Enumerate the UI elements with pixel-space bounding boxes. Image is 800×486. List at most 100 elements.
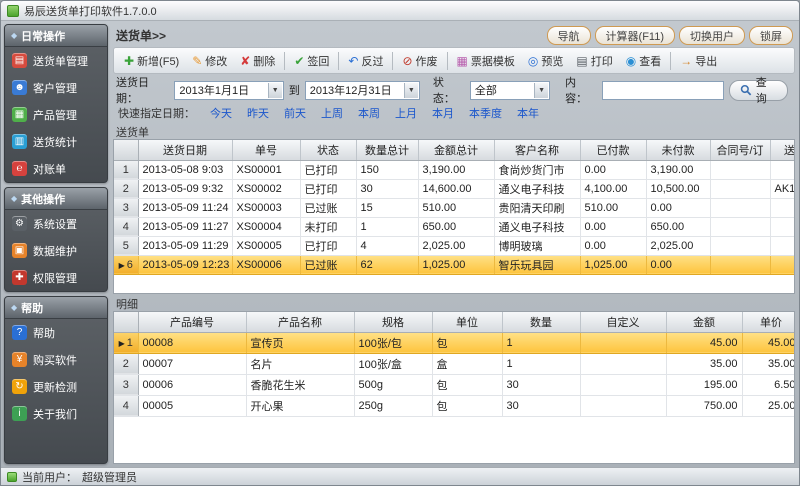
column-header[interactable]: 规格 <box>354 312 432 332</box>
quick-date-last-week[interactable]: 上周 <box>321 105 343 121</box>
column-header[interactable]: 合同号/订 <box>710 140 770 160</box>
row-selector[interactable]: 2 <box>114 179 138 198</box>
cell <box>770 255 795 274</box>
table-row[interactable]: 300006香脆花生米500g包30195.006.50 <box>114 374 795 395</box>
cell <box>770 198 795 217</box>
edit-button[interactable]: ✎修改 <box>186 51 233 71</box>
column-header[interactable]: 未付款 <box>646 140 710 160</box>
switch-user-button[interactable]: 切换用户 <box>679 26 745 45</box>
row-selector[interactable]: 4 <box>114 217 138 236</box>
column-header[interactable]: 金额 <box>666 312 742 332</box>
row-selector[interactable]: ▶1 <box>114 332 138 353</box>
date-from-value: 2013年1月1日 <box>179 82 249 98</box>
table-row[interactable]: ▶62013-05-09 12:23XS00006已过账621,025.00智乐… <box>114 255 795 274</box>
sidebar-section: ◆日常操作▤送货单管理☻客户管理▦产品管理▥送货统计℮对账单 <box>4 24 108 183</box>
quick-date-yesterday[interactable]: 昨天 <box>247 105 269 121</box>
column-header[interactable]: 单价 <box>742 312 795 332</box>
table-row[interactable]: 200007名片100张/盒盒135.0035.00 <box>114 353 795 374</box>
sidebar-section-header[interactable]: ◆日常操作 <box>5 25 107 47</box>
quick-date-today[interactable]: 今天 <box>210 105 232 121</box>
column-header[interactable]: 数量 <box>502 312 580 332</box>
row-selector[interactable]: 2 <box>114 353 138 374</box>
add-button[interactable]: ✚新增(F5) <box>118 51 185 71</box>
view-button[interactable]: ◉查看 <box>620 51 667 71</box>
sidebar-item-data-maintenance[interactable]: ▣数据维护 <box>5 237 107 264</box>
sidebar-item-help[interactable]: ?帮助 <box>5 319 107 346</box>
column-header[interactable]: 金额总计 <box>418 140 494 160</box>
sidebar-item-label: 关于我们 <box>33 406 77 422</box>
lock-screen-button[interactable]: 锁屏 <box>749 26 793 45</box>
sidebar-item-delivery-note-manage[interactable]: ▤送货单管理 <box>5 47 107 74</box>
sidebar-item-customer-manage[interactable]: ☻客户管理 <box>5 74 107 101</box>
cell: XS00006 <box>232 255 300 274</box>
column-header[interactable]: 自定义 <box>580 312 666 332</box>
table-row[interactable]: 400005开心果250g包30750.0025.00 <box>114 395 795 416</box>
cell: 30 <box>356 179 418 198</box>
sidebar-item-delivery-stats[interactable]: ▥送货统计 <box>5 128 107 155</box>
cell: 2013-05-09 11:29 <box>138 236 232 255</box>
column-header[interactable]: 状态 <box>300 140 356 160</box>
column-header[interactable]: 已付款 <box>580 140 646 160</box>
table-row[interactable]: ▶100008宣传页100张/包包145.0045.00 <box>114 332 795 353</box>
row-selector[interactable]: 1 <box>114 160 138 179</box>
row-selector[interactable]: ▶6 <box>114 255 138 274</box>
preview-button[interactable]: ◎预览 <box>522 51 569 71</box>
sidebar-item-product-manage[interactable]: ▦产品管理 <box>5 101 107 128</box>
table-row[interactable]: 22013-05-09 9:32XS00002已打印3014,600.00通义电… <box>114 179 795 198</box>
export-button[interactable]: →导出 <box>674 51 723 71</box>
column-header[interactable]: 送货 <box>770 140 795 160</box>
status-select[interactable]: 全部 ▼ <box>470 81 550 100</box>
column-header[interactable]: 数量总计 <box>356 140 418 160</box>
quick-date-this-quarter[interactable]: 本季度 <box>469 105 502 121</box>
delivery-note-icon: ▤ <box>12 53 27 68</box>
sidebar-item-buy-software[interactable]: ¥购买软件 <box>5 346 107 373</box>
print-button[interactable]: ▤打印 <box>570 51 618 71</box>
calculator-button[interactable]: 计算器(F11) <box>595 26 675 45</box>
quick-date-this-year[interactable]: 本年 <box>517 105 539 121</box>
column-header[interactable]: 送货日期 <box>138 140 232 160</box>
details-grid: 产品编号产品名称规格单位数量自定义金额单价▶100008宣传页100张/包包14… <box>113 311 795 464</box>
cell <box>770 160 795 179</box>
sidebar-section-header[interactable]: ◆其他操作 <box>5 188 107 210</box>
window-title: 易辰送货单打印软件1.7.0.0 <box>24 3 157 19</box>
gear-icon: ⚙ <box>12 216 27 231</box>
quick-date-this-month[interactable]: 本月 <box>432 105 454 121</box>
column-header[interactable]: 产品名称 <box>246 312 354 332</box>
column-header[interactable]: 单号 <box>232 140 300 160</box>
quick-date-day-before-yesterday[interactable]: 前天 <box>284 105 306 121</box>
quick-date-this-week[interactable]: 本周 <box>358 105 380 121</box>
table-row[interactable]: 42013-05-09 11:27XS00004未打印1650.00通义电子科技… <box>114 217 795 236</box>
sidebar-item-permission-manage[interactable]: ✚权限管理 <box>5 264 107 291</box>
sidebar-item-system-settings[interactable]: ⚙系统设置 <box>5 210 107 237</box>
sign-back-button[interactable]: ✔签回 <box>288 51 335 71</box>
row-selector[interactable]: 5 <box>114 236 138 255</box>
column-header[interactable]: 客户名称 <box>494 140 580 160</box>
column-header[interactable]: 单位 <box>432 312 502 332</box>
toolbar-separator <box>392 52 393 70</box>
orders-group: 送货单 送货日期单号状态数量总计金额总计客户名称已付款未付款合同号/订送货120… <box>113 124 795 294</box>
row-selector[interactable]: 4 <box>114 395 138 416</box>
reverse-post-button[interactable]: ↶反过 <box>342 51 389 71</box>
nav-button[interactable]: 导航 <box>547 26 591 45</box>
sidebar-section-header[interactable]: ◆帮助 <box>5 297 107 319</box>
row-selector[interactable]: 3 <box>114 198 138 217</box>
date-to-picker[interactable]: 2013年12月31日 ▼ <box>305 81 420 100</box>
row-selector[interactable]: 3 <box>114 374 138 395</box>
sidebar-item-about-us[interactable]: i关于我们 <box>5 400 107 427</box>
content-input[interactable] <box>602 81 724 100</box>
delete-button[interactable]: ✘删除 <box>234 51 281 71</box>
table-row[interactable]: 32013-05-09 11:24XS00003已过账15510.00贵阳清天印… <box>114 198 795 217</box>
table-row[interactable]: 12013-05-08 9:03XS00001已打印1503,190.00食尚炒… <box>114 160 795 179</box>
quick-date-last-month[interactable]: 上月 <box>395 105 417 121</box>
search-button[interactable]: 查询 <box>729 80 788 101</box>
sidebar-item-update-check[interactable]: ↻更新检测 <box>5 373 107 400</box>
receipt-template-button[interactable]: ▦票据模板 <box>451 51 521 71</box>
column-header[interactable]: 产品编号 <box>138 312 246 332</box>
app-window: 易辰送货单打印软件1.7.0.0 ◆日常操作▤送货单管理☻客户管理▦产品管理▥送… <box>0 0 800 486</box>
sidebar-item-label: 购买软件 <box>33 352 77 368</box>
title-bar: 易辰送货单打印软件1.7.0.0 <box>1 1 799 21</box>
date-from-picker[interactable]: 2013年1月1日 ▼ <box>174 81 283 100</box>
sidebar-item-statement[interactable]: ℮对账单 <box>5 155 107 182</box>
void-button[interactable]: ⊘作废 <box>396 51 443 71</box>
table-row[interactable]: 52013-05-09 11:29XS00005已打印42,025.00博明玻璃… <box>114 236 795 255</box>
